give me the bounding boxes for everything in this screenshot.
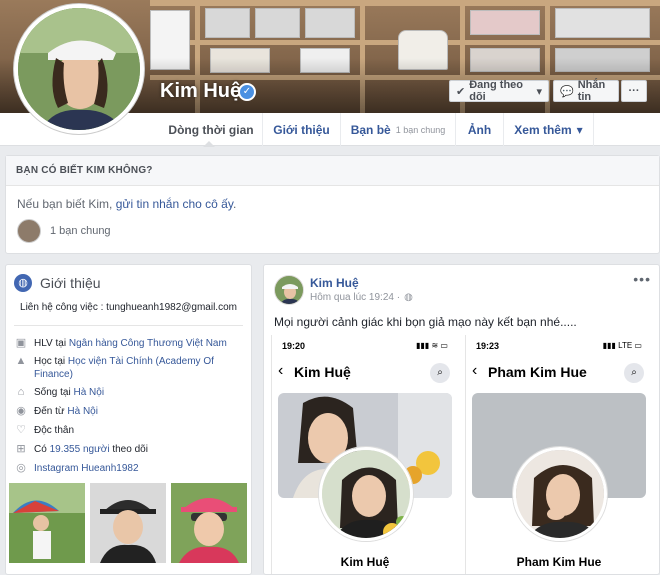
intro-lives: ⌂ Sống tại Hà Nội [14,386,104,399]
photo-thumbnail[interactable] [171,483,247,563]
caret-down-icon: ▾ [576,122,583,137]
globe-icon: ◍ [14,274,32,292]
location-pin-icon: ◉ [16,405,26,417]
tab-about[interactable]: Giới thiệu [263,113,341,146]
following-button[interactable]: ✔ Đang theo dõi ▾ [449,79,549,103]
mutual-friends[interactable]: 1 bạn chung [17,219,111,243]
intro-bio: Liên hệ công việc : tunghueanh1982@gmail… [20,302,237,313]
graduation-cap-icon: ▲ [15,355,27,367]
instagram-icon: ◎ [16,462,26,474]
know-card-header: BẠN CÓ BIẾT KIM KHÔNG? [6,156,659,186]
status-icons: ▮▮▮ ≋ ▭ [416,341,448,350]
post-image-screenshot[interactable]: 19:20 ▮▮▮ ≋ ▭ ‹ Kim Huệ ⌕ Kim Huệ [271,335,458,574]
profile-picture [319,447,413,541]
post-image-screenshot[interactable]: 19:23 ▮▮▮ LTE ▭ ‹ Pham Kim Hue ⌕ Pham Ki… [465,335,652,574]
tab-friends[interactable]: Bạn bè 1 bạn chung [341,113,456,146]
post-author-avatar[interactable] [274,275,304,305]
intro-education: ▲ Học tại Học viện Tài Chính (Academy Of… [15,355,214,380]
post-card: Kim Huệ Hôm qua lúc 19:24 · ◍ ••• Mọi ng… [263,264,660,575]
search-icon: ⌕ [624,363,644,383]
post-options-button[interactable]: ••• [633,271,651,287]
divider [14,325,243,326]
more-options-button[interactable]: ··· [621,80,647,102]
intro-from: ◉ Đến từ Hà Nội [14,405,98,418]
back-arrow-icon: ‹ [472,362,478,379]
intro-work: ▣ HLV tại Ngân hàng Công Thương Việt Nam [15,337,227,349]
back-arrow-icon: ‹ [278,362,284,379]
photo-thumbnail[interactable] [90,483,166,563]
instagram-link[interactable]: Instagram Hueanh1982 [34,462,139,475]
intro-card: ◍ Giới thiệu Liên hệ công việc : tunghue… [5,264,252,575]
caret-down-icon: ▾ [536,85,542,98]
intro-relationship: ♡ Độc thân [14,424,74,437]
profile-name[interactable]: Kim Huệ [160,80,241,103]
profile-picture[interactable] [14,4,144,134]
hometown-link[interactable]: Hà Nội [67,406,98,417]
intro-title: ◍ Giới thiệu [14,274,101,292]
messenger-icon: 💬 [560,85,574,98]
intro-instagram: ◎ Instagram Hueanh1982 [14,462,139,475]
photo-thumbnail[interactable] [9,483,85,563]
heart-icon: ♡ [16,424,26,436]
home-icon: ⌂ [17,386,25,398]
know-card-text: Nếu bạn biết Kim, gửi tin nhắn cho cô ấy… [17,197,237,211]
search-icon: ⌕ [430,363,450,383]
followers-link[interactable]: 19.355 người [50,444,110,455]
intro-followers: ⊞ Có 19.355 người theo dõi [14,443,148,456]
post-author-name[interactable]: Kim Huệ [310,276,359,290]
verified-check-icon: ✓ [238,83,256,101]
profile-picture [513,447,607,541]
active-tab-indicator [203,141,215,147]
post-timestamp[interactable]: Hôm qua lúc 19:24 · ◍ [310,292,413,303]
check-icon: ✔ [456,85,466,98]
know-card: BẠN CÓ BIẾT KIM KHÔNG? Nếu bạn biết Kim,… [5,155,660,254]
tab-more[interactable]: Xem thêm ▾ [504,113,594,146]
lives-link[interactable]: Hà Nội [73,387,104,398]
mutual-friend-avatar[interactable] [17,219,41,243]
status-icons: ▮▮▮ LTE ▭ [602,341,642,350]
message-button[interactable]: 💬 Nhắn tin [553,79,619,103]
tab-photos[interactable]: Ảnh [456,113,504,146]
send-message-link[interactable]: gửi tin nhắn cho cô ấy [116,197,233,211]
globe-privacy-icon: ◍ [404,292,413,303]
work-link[interactable]: Ngân hàng Công Thương Việt Nam [69,338,227,349]
followers-icon: ⊞ [16,443,26,455]
post-text: Mọi người cảnh giác khi bọn giả mạo này … [274,315,577,329]
briefcase-icon: ▣ [15,337,27,349]
